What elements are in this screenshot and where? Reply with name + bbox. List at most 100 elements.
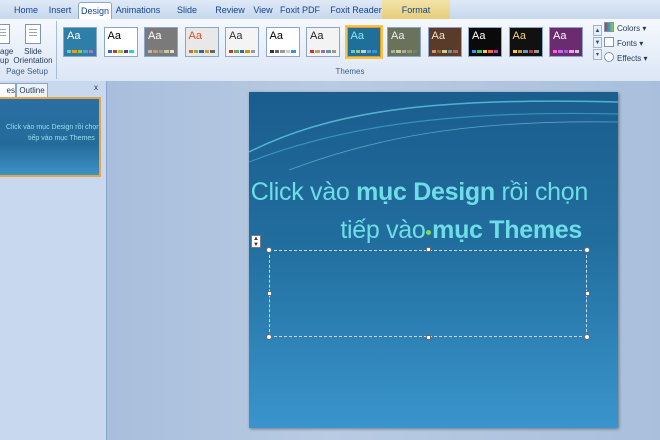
fonts-label: Fonts — [617, 39, 638, 48]
theme-sample-text: Aa — [188, 30, 202, 42]
theme-thumbnail[interactable]: Aa — [508, 27, 543, 57]
tab-animations[interactable]: Animations — [114, 3, 162, 18]
color-swatch — [320, 50, 326, 53]
theme-thumbnail[interactable]: Aa — [427, 27, 462, 57]
tab-design[interactable]: Design — [78, 2, 112, 20]
tab-view[interactable]: View — [251, 3, 275, 18]
resize-handle[interactable] — [426, 335, 431, 340]
color-swatch — [488, 50, 493, 53]
color-swatch — [280, 50, 285, 53]
theme-thumbnail[interactable]: Aa — [225, 27, 259, 57]
tab-home[interactable]: Home — [8, 3, 44, 18]
color-swatch — [534, 50, 539, 53]
ribbon-tab-bar: Home Insert Design Animations Slide Show… — [0, 0, 660, 30]
color-swatch — [558, 50, 563, 53]
gallery-scroll-up-icon[interactable]: ▲ — [593, 25, 602, 36]
color-swatch — [447, 50, 453, 53]
theme-sample-text: Aa — [269, 30, 283, 42]
gallery-scroll-down-icon[interactable]: ▼ — [593, 37, 602, 48]
theme-sample-text: Aa — [148, 30, 162, 42]
rotate-handle[interactable] — [426, 230, 431, 235]
group-separator — [56, 21, 57, 79]
resize-handle[interactable] — [584, 334, 590, 340]
fonts-button[interactable]: Fonts ▾ — [604, 37, 643, 50]
theme-thumbnail[interactable]: Aa — [306, 27, 340, 57]
resize-handle[interactable] — [266, 247, 272, 253]
resize-handle[interactable] — [584, 247, 590, 253]
slide-thumbnail[interactable]: Click vào mục Design rồi chọn tiếp vào m… — [0, 97, 101, 177]
theme-color-swatches — [553, 50, 580, 53]
theme-color-swatches — [391, 50, 418, 53]
color-swatch — [204, 50, 210, 53]
placeholder-stepper-icon[interactable]: ▲ ▼ — [251, 235, 261, 248]
color-swatch — [153, 50, 158, 53]
slide-orientation-line1: Slide — [24, 47, 42, 56]
theme-thumbnail[interactable]: Aa — [103, 27, 138, 57]
theme-color-swatches — [310, 50, 337, 53]
effects-label: Effects — [617, 54, 642, 63]
tab-insert[interactable]: Insert — [44, 3, 76, 18]
theme-color-swatches — [148, 50, 175, 53]
page-setup-group-label: Page Setup — [6, 67, 48, 76]
color-swatch — [269, 50, 274, 53]
theme-thumbnail[interactable]: Aa — [184, 27, 219, 57]
resize-handle[interactable] — [585, 291, 590, 296]
color-swatch — [88, 50, 94, 53]
color-swatch — [285, 50, 291, 53]
tab-outline[interactable]: Outline — [16, 83, 48, 97]
color-swatch — [169, 50, 175, 53]
slide-orientation-line2: Orientation — [13, 56, 53, 65]
theme-thumbnail[interactable]: Aa — [387, 27, 421, 57]
slide-title-line2[interactable]: tiếp vào mục Themes — [340, 216, 582, 245]
thumbnail-line1: Click vào mục Design rồi chọn — [6, 124, 101, 131]
color-swatch — [512, 50, 517, 53]
theme-thumbnail[interactable]: Aa — [265, 27, 300, 57]
resize-handle[interactable] — [426, 247, 431, 252]
theme-sample-text: Aa — [553, 30, 567, 42]
tab-format[interactable]: Format — [397, 3, 435, 18]
resize-handle[interactable] — [267, 291, 272, 296]
slide-orientation-button[interactable]: Slide Orientation — [13, 47, 53, 65]
theme-thumbnail[interactable]: Aa — [468, 27, 502, 57]
color-swatch — [563, 50, 569, 53]
color-swatch — [453, 50, 458, 53]
slide-title-line1[interactable]: Click vào mục Design rồi chọn — [251, 178, 589, 207]
color-swatch — [72, 50, 77, 53]
effects-button[interactable]: Effects ▾ — [604, 52, 648, 65]
theme-sample-text: Aa — [67, 30, 81, 42]
colors-button[interactable]: Colors ▾ — [604, 22, 646, 35]
theme-thumbnail[interactable]: Aa — [144, 27, 178, 57]
tab-review[interactable]: Review — [213, 3, 247, 18]
tab-foxit-pdf[interactable]: Foxit PDF — [280, 3, 320, 18]
color-swatch — [229, 50, 234, 53]
theme-sample-text: Aa — [310, 30, 324, 42]
theme-thumbnail[interactable]: Aa — [63, 27, 97, 57]
page-setup-button[interactable]: age up — [0, 47, 13, 65]
color-swatch — [129, 50, 134, 53]
gallery-more-icon[interactable]: ▾ — [593, 49, 602, 60]
color-swatch — [493, 50, 499, 53]
theme-sample-text: Aa — [229, 30, 243, 42]
close-panel-icon[interactable]: x — [94, 83, 98, 92]
subtitle-placeholder[interactable] — [269, 250, 587, 337]
color-swatch — [310, 50, 315, 53]
color-swatch — [107, 50, 112, 53]
title-line1-tail: rồi chọn — [494, 178, 588, 206]
title-line2-bold: mục Themes — [432, 216, 582, 244]
theme-thumbnail[interactable]: Aa — [344, 25, 383, 59]
theme-thumbnail[interactable]: Aa — [549, 27, 583, 57]
tab-foxit-reader-pdf[interactable]: Foxit Reader PDF — [325, 3, 387, 30]
color-swatch — [188, 50, 193, 53]
theme-color-swatches — [107, 50, 134, 53]
resize-handle[interactable] — [266, 334, 272, 340]
color-swatch — [431, 50, 436, 53]
page-setup-icon — [0, 24, 10, 44]
slide-orientation-icon — [25, 24, 41, 44]
color-swatch — [401, 50, 407, 53]
color-swatch — [193, 50, 199, 53]
tab-slide-show[interactable]: Slide Show — [166, 3, 208, 30]
theme-sample-text: Aa — [107, 30, 121, 42]
color-swatch — [77, 50, 83, 53]
tab-slides[interactable]: es — [0, 83, 16, 97]
color-swatch — [245, 50, 250, 53]
